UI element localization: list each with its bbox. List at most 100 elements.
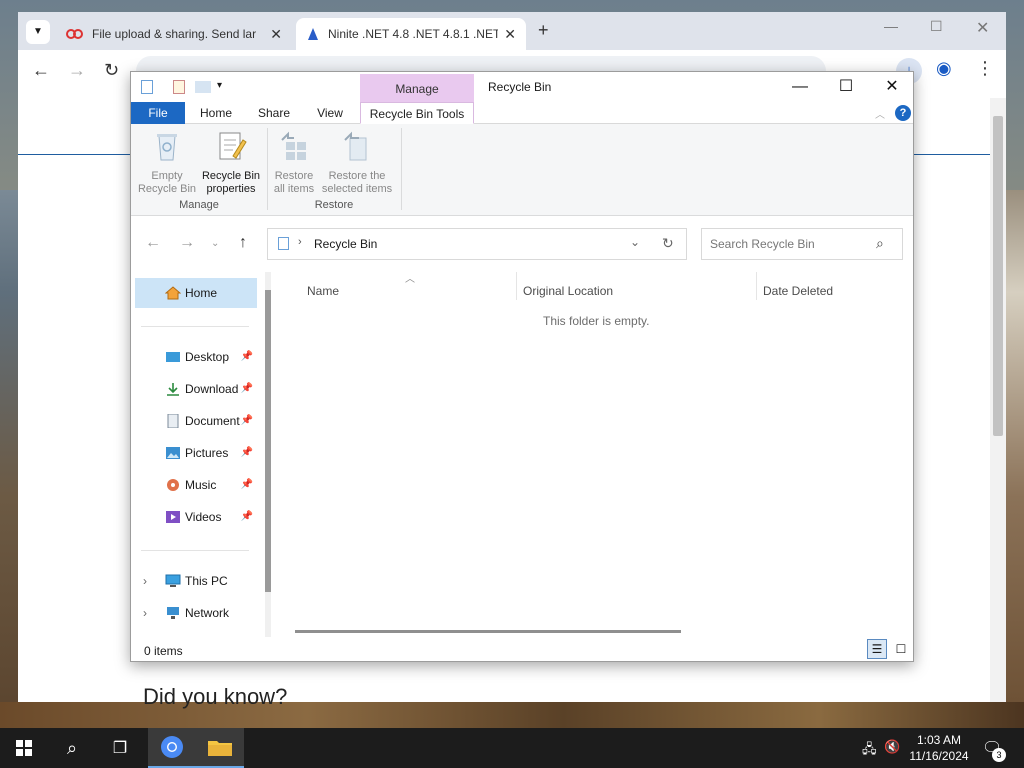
pin-icon[interactable]: 📌 (241, 406, 253, 436)
close-icon[interactable]: ✕ (976, 18, 989, 38)
tab-search-button[interactable]: ▼ (26, 20, 50, 44)
file-list[interactable]: ︿ Name Original Location Date Deleted Th… (271, 272, 913, 637)
start-button[interactable] (0, 728, 48, 768)
up-icon[interactable]: ↑ (239, 234, 247, 252)
navigation-bar: ← → ⌄ ↑ › Recycle Bin ⌄ ↻ Search Recycle… (131, 216, 913, 272)
ribbon: Empty Recycle Bin Recycle Bin properties… (131, 124, 913, 216)
maximize-icon[interactable]: ☐ (930, 18, 943, 35)
close-tab-icon[interactable]: ✕ (504, 26, 516, 43)
pin-icon[interactable]: 📌 (241, 438, 253, 468)
expand-chevron-icon[interactable]: › (143, 566, 147, 596)
clock-time: 1:03 AM (916, 733, 962, 747)
forward-icon[interactable]: → (179, 234, 195, 252)
button-label: Recycle Bin (201, 170, 261, 182)
network-icon[interactable]: 🖧 (862, 740, 877, 762)
menu-icon[interactable]: ⋮ (976, 58, 994, 79)
item-count: 0 items (144, 644, 183, 658)
new-folder-qat-icon[interactable] (195, 81, 211, 93)
forward-icon[interactable]: → (68, 60, 86, 81)
home-icon (165, 286, 181, 300)
nav-item-home[interactable]: Home (135, 278, 257, 308)
minimize-icon[interactable]: — (884, 18, 898, 34)
volume-muted-icon[interactable]: 🔇 (884, 739, 900, 755)
download-icon (167, 383, 179, 396)
refresh-icon[interactable]: ↻ (662, 235, 674, 252)
ribbon-tabs: File Home Share View Recycle Bin Tools ︿… (131, 102, 913, 124)
address-bar[interactable]: › Recycle Bin ⌄ ↻ (267, 228, 687, 260)
search-input[interactable]: Search Recycle Bin ⌕ (701, 228, 903, 260)
details-view-icon[interactable]: ☰ (867, 639, 887, 659)
context-tab-group-manage: Manage (360, 74, 474, 102)
empty-recycle-bin-button[interactable]: Empty Recycle Bin (135, 130, 199, 196)
nav-item-music[interactable]: Music 📌 (135, 470, 257, 500)
nav-item-downloads[interactable]: Download 📌 (135, 374, 257, 404)
browser-tab-ninite[interactable]: Ninite .NET 4.8 .NET 4.8.1 .NET ✕ (296, 18, 526, 50)
tab-share[interactable]: Share (251, 102, 297, 124)
address-dropdown-icon[interactable]: ⌄ (630, 235, 640, 249)
column-separator[interactable] (756, 272, 757, 300)
tab-recycle-bin-tools[interactable]: Recycle Bin Tools (360, 102, 474, 124)
recent-locations-icon[interactable]: ⌄ (211, 238, 219, 249)
tab-home[interactable]: Home (191, 102, 241, 124)
system-clock[interactable]: 1:03 AM 11/16/2024 (904, 732, 974, 764)
pin-icon[interactable]: 📌 (241, 470, 253, 500)
back-icon[interactable]: ← (32, 60, 50, 81)
restore-selected-items-button[interactable]: Restore the selected items (317, 130, 397, 196)
search-icon[interactable]: ⌕ (876, 235, 884, 252)
collapse-ribbon-icon[interactable]: ︿ (875, 106, 885, 121)
address-path[interactable]: Recycle Bin (314, 237, 377, 251)
browser-tab-file-upload[interactable]: File upload & sharing. Send lar ✕ (56, 18, 292, 50)
close-icon[interactable]: ✕ (869, 72, 915, 102)
taskbar-chrome[interactable] (148, 728, 196, 768)
properties-qat-icon[interactable] (173, 80, 185, 94)
column-header-date-deleted[interactable]: Date Deleted (763, 278, 833, 304)
nav-item-desktop[interactable]: Desktop 📌 (135, 342, 257, 372)
computer-icon (165, 574, 181, 587)
nav-item-pictures[interactable]: Pictures 📌 (135, 438, 257, 468)
restore-all-items-button[interactable]: Restore all items (271, 130, 317, 196)
title-bar[interactable]: ▾ Manage Recycle Bin — ☐ ✕ (131, 72, 913, 102)
windows-logo-icon (16, 740, 32, 756)
column-header-name[interactable]: Name (307, 278, 339, 304)
help-icon[interactable]: ? (895, 105, 911, 121)
profile-icon[interactable]: ◉ (936, 58, 952, 79)
videos-icon (166, 511, 180, 523)
pin-icon[interactable]: 📌 (241, 502, 253, 532)
nav-item-videos[interactable]: Videos 📌 (135, 502, 257, 532)
tab-view[interactable]: View (307, 102, 353, 124)
scrollbar-thumb[interactable] (993, 116, 1003, 436)
nav-item-this-pc[interactable]: › This PC (135, 566, 257, 596)
breadcrumb-chevron-icon[interactable]: › (298, 236, 302, 248)
expand-chevron-icon[interactable]: › (143, 598, 147, 628)
wallpaper-left (0, 190, 18, 702)
nav-item-documents[interactable]: Document 📌 (135, 406, 257, 436)
empty-folder-message: This folder is empty. (543, 314, 650, 328)
reload-icon[interactable]: ↻ (104, 60, 119, 81)
search-button[interactable]: ⌕ (48, 728, 96, 768)
maximize-icon[interactable]: ☐ (823, 72, 869, 102)
qat-dropdown-icon[interactable]: ▾ (217, 80, 222, 91)
page-scrollbar[interactable] (990, 98, 1006, 702)
horizontal-scrollbar[interactable] (295, 630, 681, 633)
button-label: selected items (321, 183, 393, 195)
close-tab-icon[interactable]: ✕ (270, 26, 282, 43)
nav-label: Music (185, 478, 217, 492)
nav-separator (141, 326, 249, 327)
back-icon[interactable]: ← (145, 234, 161, 252)
large-icons-view-icon[interactable]: ☐ (891, 639, 911, 659)
minimize-icon[interactable]: — (777, 72, 823, 102)
column-separator[interactable] (516, 272, 517, 300)
tab-file[interactable]: File (131, 102, 185, 124)
nav-item-network[interactable]: › Network (135, 598, 257, 628)
taskbar-file-explorer[interactable] (196, 728, 244, 768)
pin-icon[interactable]: 📌 (241, 374, 253, 404)
new-tab-button[interactable]: + (538, 20, 549, 41)
button-label: Recycle Bin (137, 183, 197, 195)
column-header-original-location[interactable]: Original Location (523, 278, 613, 304)
ribbon-separator (401, 128, 402, 210)
nav-label: Pictures (185, 446, 229, 460)
task-view-button[interactable]: ❐ (96, 728, 144, 768)
recycle-bin-properties-button[interactable]: Recycle Bin properties (199, 130, 263, 196)
nav-separator (141, 550, 249, 551)
pin-icon[interactable]: 📌 (241, 342, 253, 372)
